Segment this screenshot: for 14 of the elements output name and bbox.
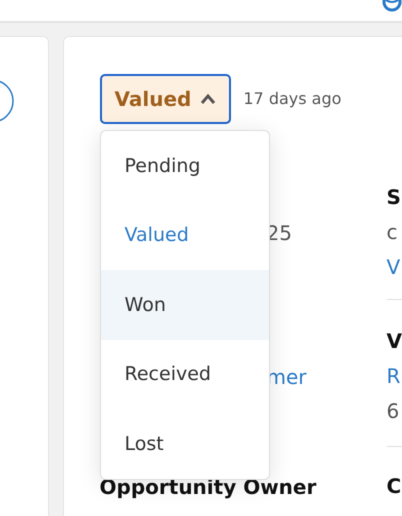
link-text[interactable]: R bbox=[386, 359, 402, 394]
status-dropdown-button[interactable]: Valued bbox=[100, 74, 232, 124]
menu-item[interactable]: Received bbox=[100, 340, 269, 410]
field-value: 6 bbox=[386, 398, 400, 425]
field-value: c bbox=[386, 219, 399, 246]
menu-item[interactable]: Valued bbox=[100, 200, 269, 270]
link-text[interactable]: V bbox=[386, 250, 402, 285]
updated-time: 17 days ago bbox=[243, 88, 342, 110]
menu-item[interactable]: Won bbox=[100, 270, 269, 340]
field-label: C bbox=[386, 473, 402, 500]
field-label: S bbox=[386, 184, 402, 211]
menu-item[interactable]: Pending bbox=[100, 131, 269, 201]
field-label: V bbox=[386, 328, 402, 355]
caret-icon bbox=[200, 93, 216, 105]
